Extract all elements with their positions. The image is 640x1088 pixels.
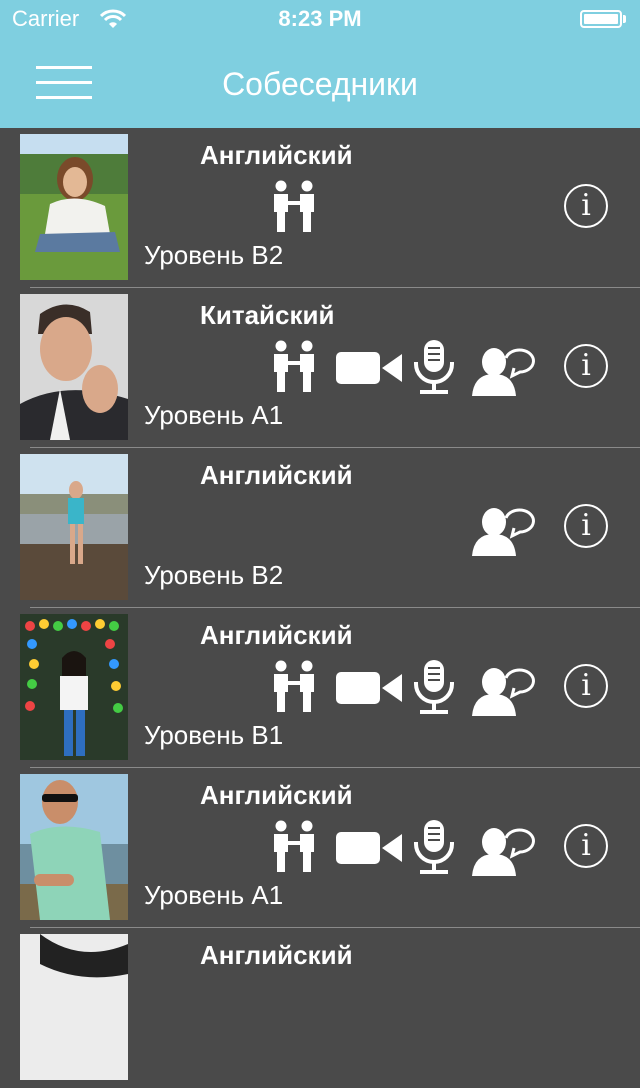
level-label: Уровень A1 bbox=[144, 400, 284, 430]
voice-call-icon[interactable] bbox=[412, 660, 456, 716]
language-label: Английский bbox=[200, 780, 353, 810]
chat-icon[interactable] bbox=[470, 500, 536, 556]
chat-icon[interactable] bbox=[470, 820, 536, 876]
language-label: Английский bbox=[200, 140, 353, 170]
partner-row[interactable]: Английский Уровень B2 i bbox=[0, 128, 640, 288]
info-button[interactable]: i bbox=[564, 344, 608, 388]
contact-options bbox=[0, 340, 640, 396]
page-title: Собеседники bbox=[222, 66, 418, 102]
contact-options bbox=[0, 820, 640, 876]
partner-row[interactable]: Английский bbox=[0, 928, 640, 1088]
video-call-icon[interactable] bbox=[336, 820, 402, 876]
clock: 8:23 PM bbox=[278, 6, 362, 31]
level-label: Уровень B1 bbox=[144, 720, 284, 750]
language-label: Английский bbox=[200, 620, 353, 650]
language-label: Английский bbox=[200, 940, 353, 970]
partner-list[interactable]: Английский Уровень B2 i Китайский Уровен… bbox=[0, 128, 640, 1088]
status-bar: Carrier 8:23 PM bbox=[0, 0, 640, 40]
info-button[interactable]: i bbox=[564, 824, 608, 868]
meet-in-person-icon[interactable] bbox=[266, 820, 322, 876]
chat-icon[interactable] bbox=[470, 340, 536, 396]
contact-options bbox=[0, 500, 640, 556]
voice-call-icon[interactable] bbox=[412, 340, 456, 396]
video-call-icon[interactable] bbox=[336, 340, 402, 396]
partner-row[interactable]: Китайский Уровень A1 i bbox=[0, 288, 640, 448]
voice-call-icon[interactable] bbox=[412, 820, 456, 876]
battery-level bbox=[584, 14, 618, 24]
battery-nub bbox=[623, 15, 626, 23]
meet-in-person-icon[interactable] bbox=[266, 180, 322, 236]
meet-in-person-icon[interactable] bbox=[266, 660, 322, 716]
partner-row[interactable]: Английский Уровень B2 i bbox=[0, 448, 640, 608]
info-button[interactable]: i bbox=[564, 504, 608, 548]
language-label: Английский bbox=[200, 460, 353, 490]
navigation-bar: Carrier 8:23 PM Собеседники bbox=[0, 0, 640, 128]
woman-portrait-photo bbox=[20, 934, 128, 1080]
level-label: Уровень A1 bbox=[144, 880, 284, 910]
partner-row[interactable]: Английский bbox=[0, 608, 640, 768]
partner-row[interactable]: Английский bbox=[0, 768, 640, 928]
video-call-icon[interactable] bbox=[336, 660, 402, 716]
level-label: Уровень B2 bbox=[144, 560, 284, 590]
avatar[interactable] bbox=[20, 934, 128, 1080]
info-button[interactable]: i bbox=[564, 184, 608, 228]
level-label: Уровень B2 bbox=[144, 240, 284, 270]
contact-options bbox=[0, 180, 640, 236]
meet-in-person-icon[interactable] bbox=[266, 340, 322, 396]
language-label: Китайский bbox=[200, 300, 335, 330]
chat-icon[interactable] bbox=[470, 660, 536, 716]
battery-icon bbox=[580, 10, 622, 28]
info-button[interactable]: i bbox=[564, 664, 608, 708]
contact-options bbox=[0, 660, 640, 716]
